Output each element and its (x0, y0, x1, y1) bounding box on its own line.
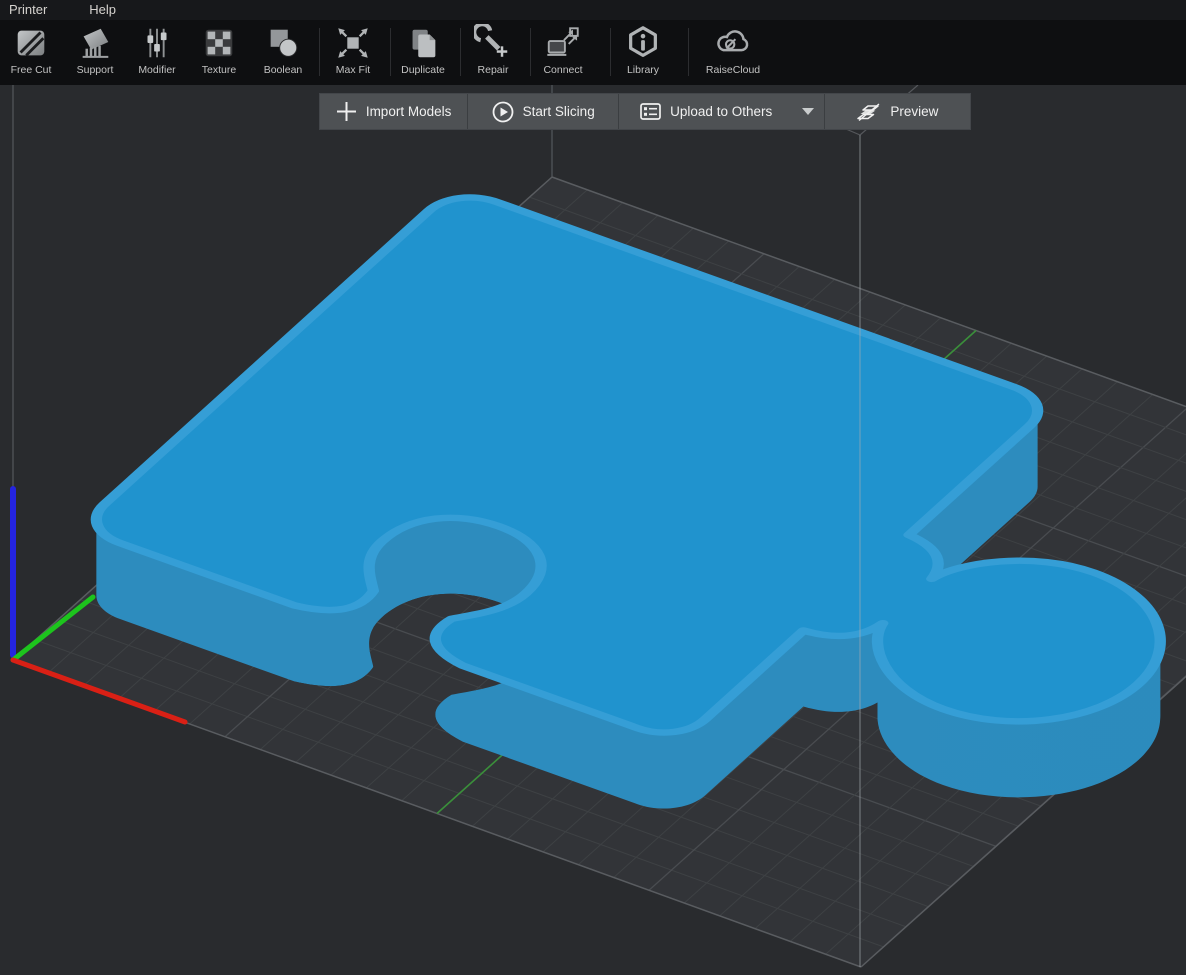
menu-bar: Printer Help (0, 0, 1186, 20)
tool-label: Max Fit (335, 64, 371, 76)
raisecloud-icon (717, 30, 749, 52)
chevron-down-icon (802, 108, 815, 115)
upload-icon (640, 103, 662, 120)
menu-printer[interactable]: Printer (0, 0, 59, 20)
tool-label: Texture (201, 64, 237, 76)
library-icon (629, 26, 657, 57)
preview-label: Preview (890, 104, 939, 119)
tool-label: Modifier (138, 64, 176, 76)
boolean-icon (270, 29, 298, 57)
toolbar-separator (688, 28, 689, 76)
toolbar-raisecloud[interactable]: RaiseCloud (701, 24, 765, 84)
toolbar-support[interactable]: Support (63, 24, 127, 84)
play-icon (492, 101, 514, 122)
tool-label: Repair (477, 64, 509, 76)
upload-dropdown-arrow[interactable] (793, 94, 824, 129)
modifier-icon (147, 28, 167, 58)
main-toolbar: Free Cut Support Modifier Texture Boolea… (0, 20, 1186, 85)
repair-icon (474, 24, 508, 57)
duplicate-icon (412, 29, 436, 58)
toolbar-max-fit[interactable]: Max Fit (321, 24, 385, 84)
max-fit-icon (338, 28, 368, 58)
plus-icon (336, 102, 356, 121)
toolbar-modifier[interactable]: Modifier (125, 24, 189, 84)
toolbar-duplicate[interactable]: Duplicate (391, 24, 455, 84)
toolbar-connect[interactable]: Connect (531, 24, 595, 84)
layers-icon (857, 102, 880, 121)
toolbar-boolean[interactable]: Boolean (251, 24, 315, 84)
free-cut-icon (17, 30, 45, 57)
import-models-button[interactable]: Import Models (320, 94, 467, 129)
viewport-3d[interactable] (0, 85, 1186, 975)
action-bar: Import Models Start Slicing Upload to Ot… (319, 93, 971, 130)
start-slicing-button[interactable]: Start Slicing (467, 94, 618, 129)
start-slicing-label: Start Slicing (522, 104, 595, 119)
tool-label: Library (626, 64, 660, 76)
upload-to-others-button[interactable]: Upload to Others (618, 94, 793, 129)
preview-button[interactable]: Preview (823, 94, 970, 129)
tool-label: Support (76, 64, 114, 76)
toolbar-free-cut[interactable]: Free Cut (0, 24, 63, 84)
tool-label: RaiseCloud (705, 64, 761, 76)
tool-label: Boolean (263, 64, 303, 76)
tool-label: Connect (543, 64, 583, 76)
tool-label: Free Cut (10, 64, 52, 76)
toolbar-library[interactable]: Library (611, 24, 675, 84)
toolbar-texture[interactable]: Texture (187, 24, 251, 84)
texture-icon (205, 29, 233, 57)
connect-icon (547, 27, 579, 56)
import-models-label: Import Models (365, 104, 452, 119)
toolbar-separator (319, 28, 320, 76)
ideamaker-window: { "window": { "menu": ["Printer", "Help"… (0, 0, 1186, 975)
toolbar-repair[interactable]: Repair (461, 24, 525, 84)
support-icon (82, 28, 109, 58)
menu-help[interactable]: Help (77, 0, 128, 20)
scene-canvas (10, 85, 1186, 968)
upload-to-others-label: Upload to Others (670, 104, 773, 119)
tool-label: Duplicate (401, 64, 445, 76)
